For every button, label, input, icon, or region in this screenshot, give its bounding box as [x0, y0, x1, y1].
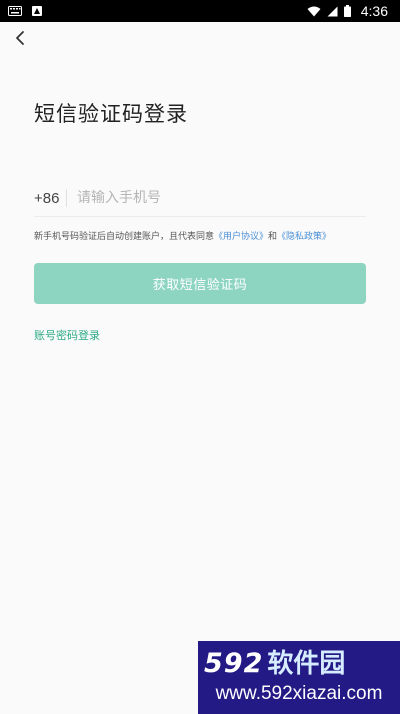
agreement-text: 新手机号码验证后自动创建账户，且代表同意《用户协议》和《隐私政策》: [34, 229, 331, 242]
app-notification-icon: [32, 6, 42, 16]
status-time: 4:36: [360, 3, 388, 19]
watermark-logo: 592 软件园: [204, 648, 394, 680]
chevron-left-icon: [14, 30, 26, 50]
user-agreement-link[interactable]: 《用户协议》: [214, 232, 268, 242]
battery-icon: [343, 5, 351, 17]
field-divider: [66, 189, 67, 207]
signal-icon: [327, 6, 338, 17]
password-login-link[interactable]: 账号密码登录: [34, 327, 100, 343]
wifi-icon: [307, 6, 321, 17]
watermark-url: www.592xiazai.com: [215, 683, 383, 704]
get-sms-code-button[interactable]: 获取短信验证码: [34, 263, 366, 304]
privacy-policy-link[interactable]: 《隐私政策》: [277, 232, 331, 242]
back-button[interactable]: [6, 28, 34, 52]
site-watermark: 592 软件园 www.592xiazai.com: [198, 641, 400, 714]
agreement-conjunction: 和: [268, 232, 278, 242]
phone-input[interactable]: [77, 183, 366, 213]
watermark-number: 592: [204, 648, 264, 679]
status-bar: 4:36: [0, 0, 400, 22]
page-title: 短信验证码登录: [34, 102, 188, 126]
login-screen: 4:36 短信验证码登录 +86 新手机号码验证后自动创建账户，且代表同意《用户…: [0, 0, 400, 714]
watermark-name: 软件园: [267, 649, 346, 679]
phone-field-row: +86: [34, 180, 366, 217]
keyboard-icon: [8, 6, 22, 16]
country-code[interactable]: +86: [34, 190, 64, 207]
agreement-prefix: 新手机号码验证后自动创建账户，且代表同意: [34, 232, 215, 242]
status-left: [8, 6, 42, 16]
status-right: 4:36: [307, 3, 388, 19]
